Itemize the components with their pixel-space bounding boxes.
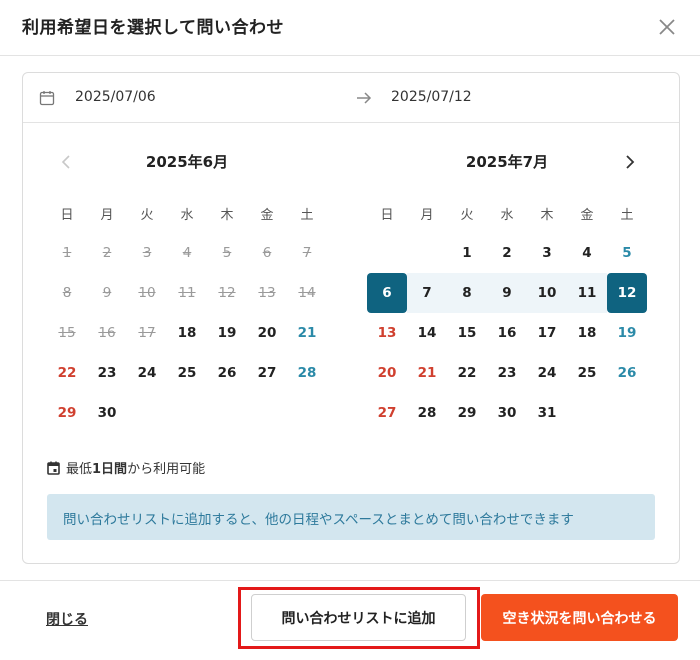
calendar-day[interactable]: 18 [167, 313, 207, 353]
weekday-label: 水 [180, 208, 194, 223]
calendar-day[interactable]: 17 [527, 313, 567, 353]
weekday-label: 日 [380, 208, 394, 223]
calendar-day: 4 [182, 245, 192, 261]
modal-footer: 閉じる 問い合わせリストに追加 空き状況を問い合わせる [0, 580, 700, 660]
calendar-day[interactable]: 14 [407, 313, 447, 353]
weekday-label: 金 [580, 208, 594, 223]
calendar-day: 7 [302, 245, 312, 261]
calendar-day[interactable]: 26 [607, 353, 647, 393]
weekday-label: 金 [260, 208, 274, 223]
calendar-day: 10 [138, 285, 156, 301]
calendar-day[interactable]: 27 [247, 353, 287, 393]
weekday-label: 月 [420, 208, 434, 223]
calendar-day[interactable]: 21 [407, 353, 447, 393]
modal-header: 利用希望日を選択して問い合わせ [0, 0, 700, 56]
arrow-right-icon [355, 90, 373, 110]
weekday-label: 木 [540, 208, 554, 223]
calendar-day: 9 [102, 285, 112, 301]
modal-title: 利用希望日を選択して問い合わせ [22, 18, 284, 38]
check-availability-button[interactable]: 空き状況を問い合わせる [481, 594, 678, 641]
calendar-day[interactable]: 11 [567, 273, 607, 313]
calendar-day[interactable]: 6 [367, 273, 407, 313]
note-bold: 1日間 [92, 462, 128, 477]
calendar-day[interactable]: 30 [87, 393, 127, 433]
calendar-day: 6 [262, 245, 272, 261]
calendar-day[interactable]: 29 [447, 393, 487, 433]
calendar-day[interactable]: 28 [287, 353, 327, 393]
month-title-june: 2025年6月 [145, 153, 229, 171]
weekday-label: 日 [60, 208, 74, 223]
calendar-icon [39, 90, 55, 110]
calendar-day[interactable]: 27 [367, 393, 407, 433]
calendar-day[interactable]: 3 [527, 233, 567, 273]
calendar-day[interactable]: 22 [47, 353, 87, 393]
calendar-day[interactable]: 5 [607, 233, 647, 273]
weekday-label: 木 [220, 208, 234, 223]
calendar-day[interactable]: 15 [447, 313, 487, 353]
calendar-day: 16 [98, 325, 116, 341]
calendar-day[interactable]: 8 [447, 273, 487, 313]
calendar-day[interactable]: 28 [407, 393, 447, 433]
calendar-day[interactable]: 26 [207, 353, 247, 393]
calendar-day[interactable]: 16 [487, 313, 527, 353]
calendar-day[interactable]: 4 [567, 233, 607, 273]
calendar-day: 14 [298, 285, 316, 301]
calendar-day[interactable]: 18 [567, 313, 607, 353]
date-picker-card: 2025/07/06 2025/07/12 2025年6月 2025年7月 日 月… [22, 72, 680, 564]
calendar-day[interactable]: 7 [407, 273, 447, 313]
calendar-day[interactable]: 25 [567, 353, 607, 393]
calendar-day: 1 [62, 245, 72, 261]
calendar-day[interactable]: 19 [207, 313, 247, 353]
month-title-july: 2025年7月 [465, 153, 549, 171]
calendar-small-icon [47, 461, 60, 479]
add-to-inquiry-list-button[interactable]: 問い合わせリストに追加 [251, 594, 466, 641]
weekday-label: 水 [500, 208, 514, 223]
calendar-day[interactable]: 29 [47, 393, 87, 433]
calendar-day: 8 [62, 285, 72, 301]
calendar-day: 3 [142, 245, 152, 261]
calendar-day[interactable]: 22 [447, 353, 487, 393]
calendar-day[interactable]: 30 [487, 393, 527, 433]
calendar-day[interactable]: 12 [607, 273, 647, 313]
calendar-day[interactable]: 25 [167, 353, 207, 393]
close-icon [659, 19, 675, 35]
calendar-day[interactable]: 24 [127, 353, 167, 393]
calendar-day[interactable]: 20 [247, 313, 287, 353]
close-link[interactable]: 閉じる [46, 609, 88, 629]
calendar-day[interactable]: 23 [487, 353, 527, 393]
calendar-day: 2 [102, 245, 112, 261]
start-date-field[interactable]: 2025/07/06 [75, 89, 156, 105]
calendar-day: 15 [58, 325, 76, 341]
weekday-label: 土 [300, 208, 314, 223]
calendar-day[interactable]: 2 [487, 233, 527, 273]
weekday-label: 土 [620, 208, 634, 223]
calendar-day[interactable]: 10 [527, 273, 567, 313]
calendar-day[interactable]: 1 [447, 233, 487, 273]
info-banner-text: 問い合わせリストに追加すると、他の日程やスペースとまとめて問い合わせできます [63, 512, 574, 528]
calendar-day: 12 [218, 285, 236, 301]
calendar-day[interactable]: 19 [607, 313, 647, 353]
info-banner: 問い合わせリストに追加すると、他の日程やスペースとまとめて問い合わせできます [47, 494, 655, 540]
calendar-day[interactable]: 20 [367, 353, 407, 393]
note-prefix: 最低 [66, 462, 93, 477]
calendar-day[interactable]: 31 [527, 393, 567, 433]
calendar-day[interactable]: 23 [87, 353, 127, 393]
close-button[interactable] [652, 12, 682, 42]
minimum-days-note: 最低1日間から利用可能 [47, 458, 205, 479]
note-suffix: から利用可能 [127, 462, 206, 477]
calendar-day: 13 [258, 285, 276, 301]
calendar-day: 11 [178, 285, 196, 301]
date-range-bar[interactable]: 2025/07/06 2025/07/12 [23, 73, 679, 123]
weekday-label: 火 [460, 208, 474, 223]
calendar-day: 17 [138, 325, 156, 341]
weekday-label: 火 [140, 208, 154, 223]
calendar-day[interactable]: 13 [367, 313, 407, 353]
calendar-day[interactable]: 21 [287, 313, 327, 353]
weekday-label: 月 [100, 208, 114, 223]
calendar-day: 5 [222, 245, 232, 261]
end-date-field[interactable]: 2025/07/12 [391, 89, 472, 105]
calendar-day[interactable]: 9 [487, 273, 527, 313]
calendar-day[interactable]: 24 [527, 353, 567, 393]
